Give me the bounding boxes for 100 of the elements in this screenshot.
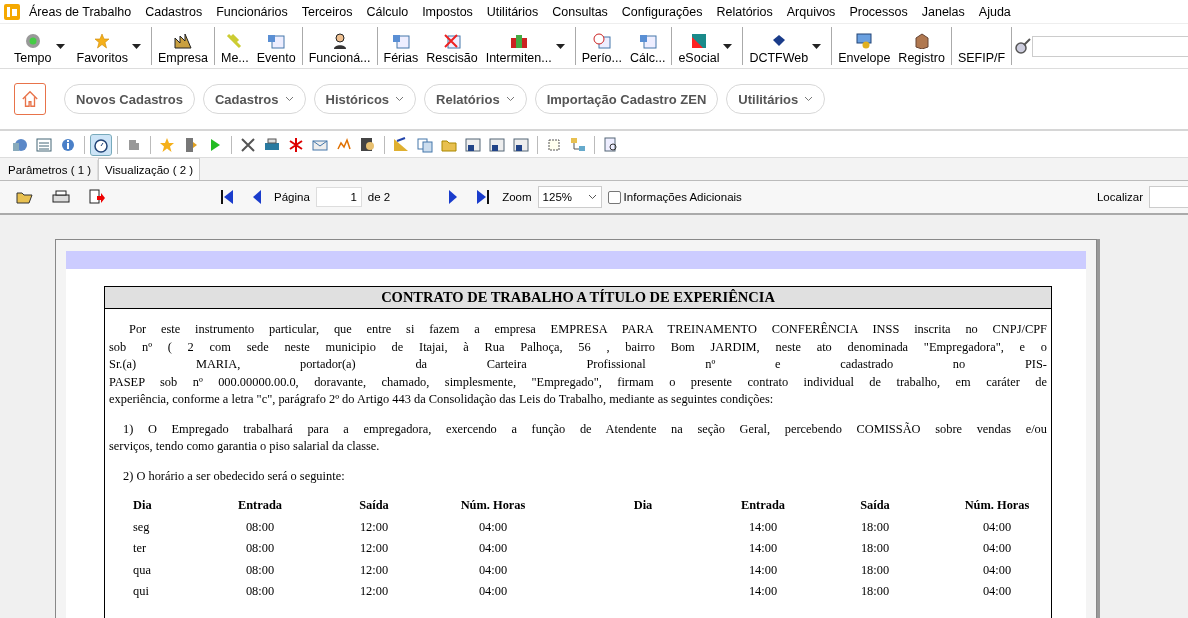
- menu-item[interactable]: Configurações: [614, 4, 710, 19]
- menu-item[interactable]: Arquivos: [779, 4, 843, 19]
- nav-button[interactable]: Utilitários: [726, 84, 826, 114]
- menu-item[interactable]: Janelas: [914, 4, 972, 19]
- menu-item[interactable]: Funcionários: [209, 4, 295, 19]
- toolbar-button[interactable]: SEFIP/F: [953, 27, 1010, 65]
- toolbar-button[interactable]: eSocial: [674, 27, 741, 65]
- table-cell-text: 04:00: [477, 583, 509, 601]
- zoom-label: Zoom: [502, 191, 532, 203]
- toolbar-button[interactable]: Perío...: [577, 27, 626, 65]
- toolbar-button[interactable]: Tempo: [10, 27, 73, 65]
- page-field[interactable]: 1: [315, 187, 362, 207]
- toolbar-button[interactable]: Registro: [894, 27, 949, 65]
- find-label: Localizar: [1096, 191, 1143, 203]
- column-header: Entrada: [739, 497, 787, 515]
- paragraph-line: serviços, tendo como garantia o piso salarial da classe.: [109, 438, 381, 455]
- stopwatch-icon[interactable]: [91, 135, 111, 155]
- first-page-icon: [220, 189, 234, 205]
- toolbar-button[interactable]: Favoritos: [72, 27, 149, 65]
- save-icon[interactable]: [511, 135, 531, 155]
- table-cell-text: 04:00: [981, 518, 1013, 536]
- checkbox[interactable]: [607, 190, 621, 204]
- person-icon: [331, 33, 348, 49]
- nav-button[interactable]: Históricos: [313, 84, 417, 114]
- home-button[interactable]: [14, 83, 46, 115]
- menu-item[interactable]: Impostos: [415, 4, 480, 19]
- menu-item[interactable]: Relatórios: [709, 4, 780, 19]
- previous-icon: [252, 189, 262, 205]
- chevron-icon: [284, 96, 294, 102]
- save-icon[interactable]: [487, 135, 507, 155]
- column-header: Saída: [358, 497, 390, 515]
- building-icon: [173, 33, 192, 49]
- menu-item[interactable]: Áreas de Trabalho: [22, 4, 139, 19]
- toolbar-button[interactable]: Cálc...: [626, 27, 670, 65]
- caret-icon: [812, 43, 822, 49]
- toolbar-button[interactable]: Evento: [252, 27, 300, 65]
- folder-icon: [16, 189, 34, 205]
- status-light-icon: [24, 33, 41, 49]
- table-cell-text: 12:00: [358, 561, 390, 579]
- menu-item[interactable]: Processos: [842, 4, 915, 19]
- chevron-icon: [804, 96, 814, 102]
- search-field[interactable]: [1032, 35, 1188, 57]
- next-icon: [448, 189, 459, 205]
- save-icon[interactable]: [463, 135, 483, 155]
- home-icon: [21, 89, 39, 109]
- paragraph-line: 1) O Empregado trabalhará para a empregadora, exercendo a função de Atendente na seção Geral, percebendo COMISSÃO sobre vendas e/ou: [122, 420, 1047, 438]
- menu-item[interactable]: Utilitários: [479, 4, 546, 19]
- envelope-icon: [855, 33, 874, 49]
- table-cell-text: 14:00: [747, 518, 779, 536]
- menu-item[interactable]: Ajuda: [971, 4, 1018, 19]
- chevron-icon: [587, 194, 597, 200]
- toolbar-button[interactable]: Férias: [379, 27, 423, 65]
- table-cell-text: 14:00: [747, 561, 779, 579]
- toolbar-button[interactable]: Intermiten...: [481, 27, 573, 65]
- column-header: Dia: [632, 497, 654, 515]
- toolbar-button[interactable]: Funcioná...: [304, 27, 375, 65]
- document-icon: [391, 33, 410, 49]
- table-cell-text: ter: [132, 540, 148, 558]
- table-cell-text: 08:00: [244, 518, 276, 536]
- printer-icon: [52, 189, 70, 205]
- document-icon: [638, 33, 657, 49]
- page-total: de 2: [367, 191, 391, 203]
- nav-button[interactable]: Relatórios: [424, 84, 527, 114]
- toolbar-button[interactable]: DCTFWeb: [745, 27, 830, 65]
- caret-icon: [555, 43, 565, 49]
- page-label: Página: [274, 191, 310, 203]
- menu-item[interactable]: Cálculo: [359, 4, 416, 19]
- tab[interactable]: Visualização ( 2 ): [98, 158, 201, 180]
- table-cell-text: 04:00: [477, 561, 509, 579]
- column-header: Dia: [132, 497, 153, 515]
- menu-item[interactable]: Terceiros: [294, 4, 360, 19]
- box-icon: [913, 33, 930, 49]
- app-logo-icon: [4, 3, 20, 20]
- toolbar-button[interactable]: Empresa: [153, 27, 212, 65]
- toolbar-button[interactable]: Envelope: [834, 27, 895, 65]
- menu-item[interactable]: Consultas: [545, 4, 615, 19]
- export-icon: [88, 189, 106, 205]
- table-cell-text: 12:00: [358, 583, 390, 601]
- paragraph-line: Sr.(a) MARIA, portador(a) da Carteira Profissional nº e cadastrado no PIS-: [109, 356, 1047, 373]
- nav-button[interactable]: Novos Cadastros: [64, 84, 195, 114]
- nav-button[interactable]: Cadastros: [202, 84, 306, 114]
- table-cell-text: qui: [132, 583, 150, 601]
- nav-button[interactable]: Importação Cadastro ZEN: [534, 84, 719, 114]
- caret-icon: [131, 43, 141, 49]
- toolbar-button[interactable]: Me...: [216, 27, 253, 65]
- table-cell-text: qua: [132, 561, 152, 579]
- table-cell-text: 14:00: [747, 583, 779, 601]
- table-cell-text: 18:00: [859, 583, 891, 601]
- table-cell-text: seg: [132, 518, 151, 536]
- caret-icon: [723, 43, 733, 49]
- table-cell-text: 12:00: [358, 518, 390, 536]
- table-cell-text: 18:00: [859, 518, 891, 536]
- paragraph-line: Por este instrumento particular, que entre si fazem a empresa EMPRESA PARA TREINAMENTO CONFERÊNCIA INSS inscrita no CNPJ/CPF: [128, 321, 1047, 338]
- table-cell-text: 08:00: [244, 583, 276, 601]
- zoom-select[interactable]: 125%: [537, 186, 602, 208]
- find-field[interactable]: [1149, 186, 1188, 208]
- table-cell-text: 08:00: [244, 561, 276, 579]
- caret-icon: [55, 43, 65, 49]
- toolbar-button[interactable]: Rescisão: [422, 27, 482, 65]
- menu-item[interactable]: Cadastros: [138, 4, 210, 19]
